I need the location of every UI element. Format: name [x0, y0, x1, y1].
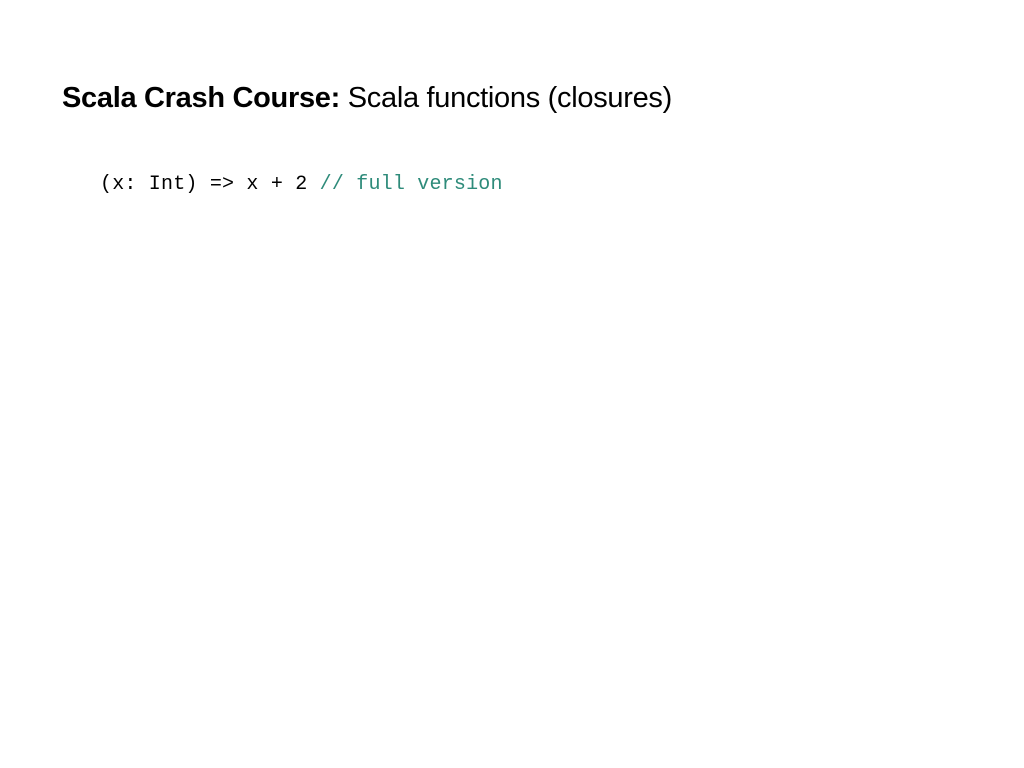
code-block: (x: Int) => x + 2 // full version — [62, 173, 962, 196]
slide-container: Scala Crash Course: Scala functions (clo… — [0, 0, 1024, 768]
slide-title: Scala Crash Course: Scala functions (clo… — [62, 82, 962, 115]
title-regular-part: Scala functions (closures) — [340, 82, 672, 114]
code-comment: // full version — [320, 173, 503, 196]
title-bold-part: Scala Crash Course: — [62, 82, 340, 114]
code-text: (x: Int) => x + 2 — [100, 173, 320, 196]
